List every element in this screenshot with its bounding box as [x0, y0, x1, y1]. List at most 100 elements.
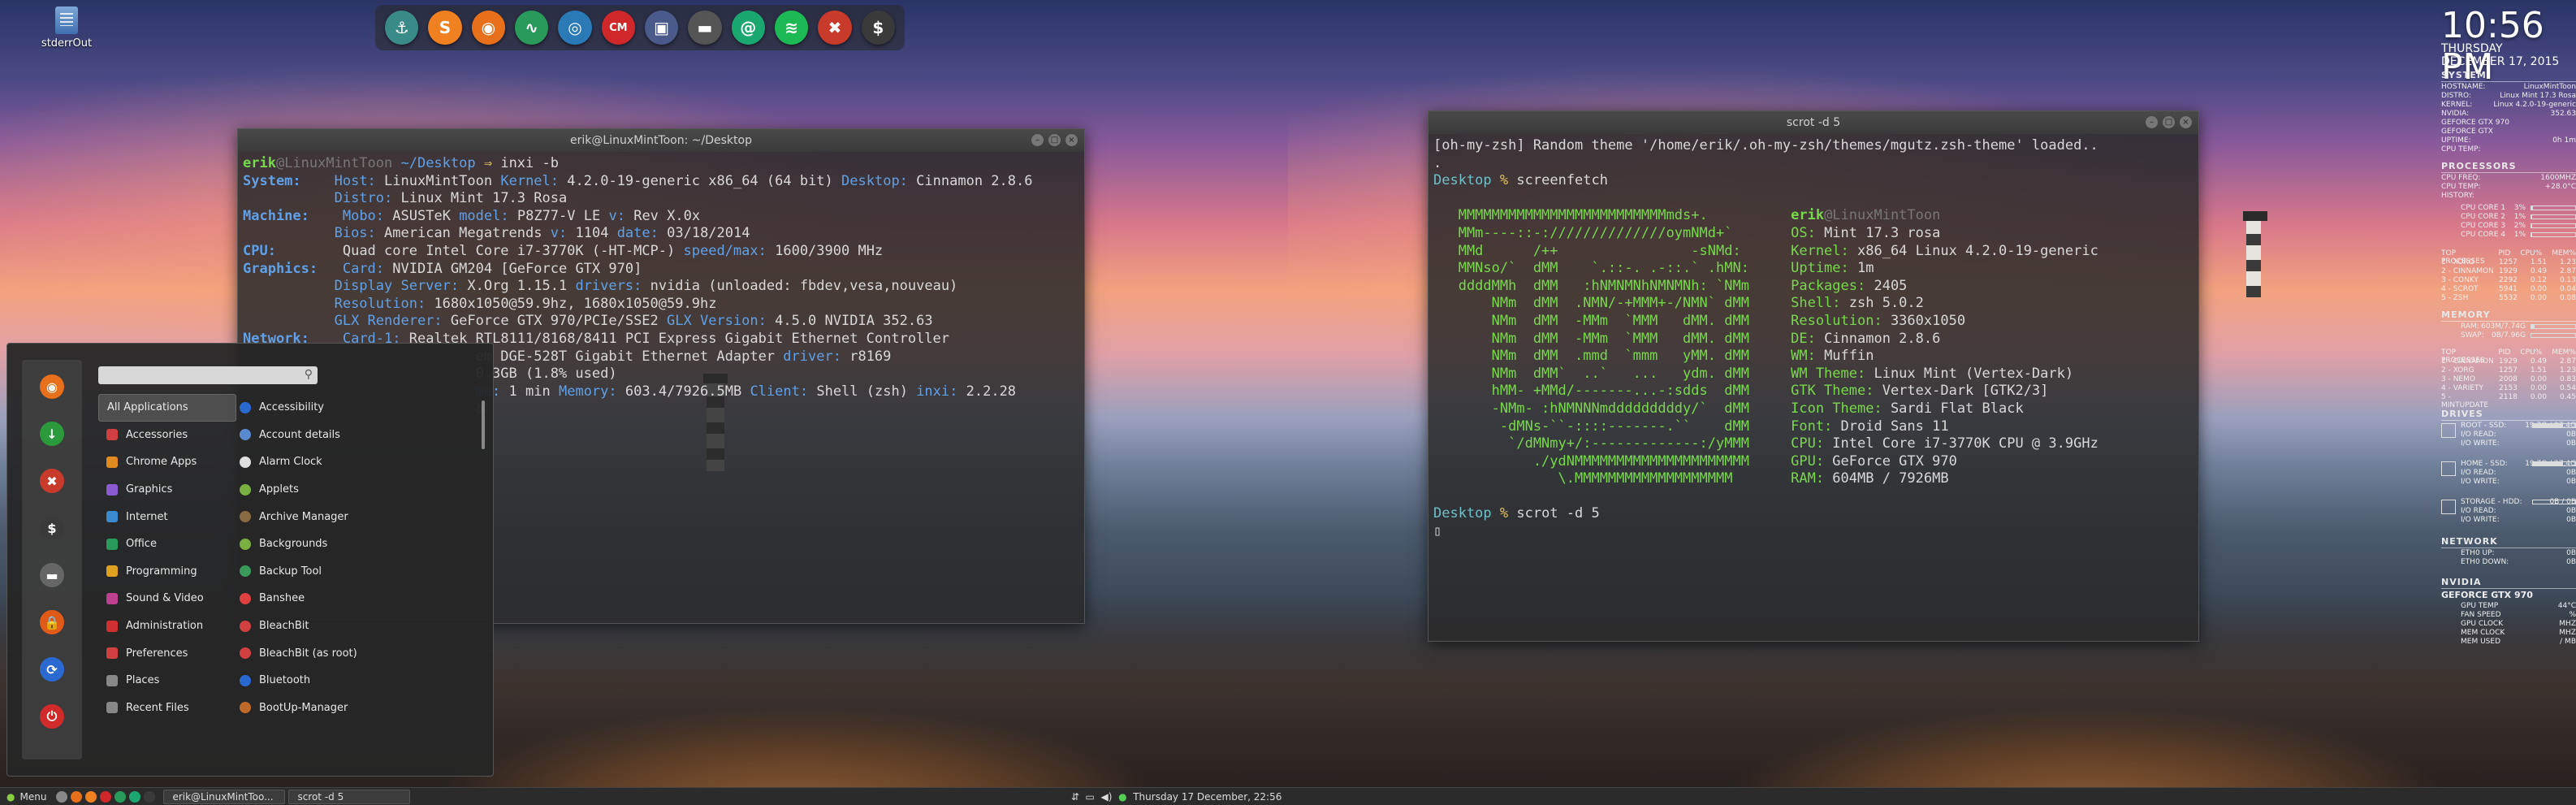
terminal-icon[interactable]: $: [861, 11, 895, 45]
panel-email-icon[interactable]: [129, 790, 141, 803]
spotify-icon[interactable]: ≋: [774, 11, 809, 45]
cpu-row: CPU TEMP: +28.0°C: [2441, 183, 2576, 191]
menu-app-item[interactable]: Applets: [231, 476, 475, 504]
window-titlebar[interactable]: erik@LinuxMintToon: ~/Desktop – □ ×: [238, 129, 1084, 152]
core-percent: 1%: [2513, 231, 2526, 239]
camera-icon[interactable]: ◎: [558, 11, 592, 45]
conky-row-value: %: [2569, 611, 2576, 619]
menu-category-label: Internet: [126, 510, 168, 523]
firefox-fav-icon[interactable]: ◉: [40, 374, 64, 399]
val-hdd: 0.3GB (1.8% used): [475, 366, 617, 383]
system-monitor-icon[interactable]: ∿: [514, 11, 549, 45]
terminal-window-screenfetch[interactable]: scrot -d 5 – □ × [oh-my-zsh] Random them…: [1428, 110, 2199, 642]
minimize-icon[interactable]: –: [1031, 134, 1044, 146]
taskbar-item-terminal[interactable]: erik@LinuxMintToo...: [163, 789, 286, 804]
menu-app-item[interactable]: Account details: [231, 422, 475, 449]
top-cpu-row: 3 - CONKY 2292 0.12 0.13: [2441, 276, 2576, 284]
folder-icon[interactable]: ▬: [688, 11, 722, 45]
panel-sublime-icon[interactable]: [85, 790, 97, 803]
screenshot-icon[interactable]: ▣: [644, 11, 679, 45]
tools-icon[interactable]: ✖: [818, 11, 852, 45]
firefox-icon[interactable]: ◉: [471, 11, 505, 45]
anchor-icon[interactable]: ⚓: [385, 11, 419, 45]
email-icon[interactable]: @: [731, 11, 765, 45]
files-fav-icon[interactable]: ▬: [40, 563, 64, 587]
desktop-file-stderrout[interactable]: stderrOut: [41, 6, 93, 50]
minimize-icon[interactable]: –: [2146, 116, 2158, 128]
menu-app-item[interactable]: Bluetooth: [231, 667, 475, 695]
tools-fav-icon[interactable]: ✖: [40, 469, 64, 493]
info-value: 3360x1050: [1890, 312, 1966, 329]
memory-value: 603M/7.74G: [2481, 322, 2526, 331]
menu-category-item[interactable]: Chrome Apps: [98, 448, 236, 476]
menu-search-input[interactable]: ⚲: [98, 366, 318, 384]
menu-app-item[interactable]: Alarm Clock: [231, 448, 475, 476]
menu-category-item[interactable]: Internet: [98, 503, 236, 530]
menu-category-item[interactable]: Places: [98, 667, 236, 695]
conky-row-value: Linux Mint 17.3 Rosa: [2500, 92, 2576, 100]
process-value: 0.54: [2559, 384, 2576, 392]
panel-cm-icon[interactable]: [100, 790, 112, 803]
panel-clock[interactable]: Thursday 17 December, 22:56: [1133, 791, 1282, 803]
conky-row-label: MEM USED: [2461, 638, 2500, 646]
app-icon: [240, 674, 251, 686]
cm-icon[interactable]: CM: [601, 11, 635, 45]
cpu-core-bar: [2531, 223, 2576, 228]
menu-category-item[interactable]: Office: [98, 530, 236, 558]
close-icon[interactable]: ×: [2180, 116, 2192, 128]
network-icon[interactable]: ▭: [1086, 791, 1095, 803]
maximize-icon[interactable]: □: [1048, 134, 1061, 146]
drive-bar: [2532, 500, 2576, 504]
menu-app-item[interactable]: Banshee: [231, 585, 475, 612]
update-icon[interactable]: ●: [1118, 791, 1126, 803]
menu-category-item[interactable]: Administration: [98, 612, 236, 640]
top-mem-row: 4 - VARIETY 2153 0.00 0.54: [2441, 384, 2576, 392]
info-value: Intel Core i7-3770K CPU @ 3.9GHz: [1832, 435, 2098, 452]
menu-category-label: Chrome Apps: [126, 456, 197, 469]
key-client: Client:: [750, 383, 809, 400]
conky-row-value: 0B: [2566, 507, 2576, 515]
key-kernel: Kernel:: [500, 172, 560, 189]
menu-app-item[interactable]: Backgrounds: [231, 530, 475, 558]
menu-app-item[interactable]: BootUp-Manager: [231, 695, 475, 722]
panel-monitor-icon[interactable]: [115, 790, 127, 803]
conky-row-value: 44°C: [2557, 602, 2576, 610]
cpu-row: CPU FREQ: 1600MHZ: [2441, 174, 2576, 182]
panel-firefox-icon[interactable]: [71, 790, 83, 803]
logout-fav-icon[interactable]: ⟳: [40, 657, 64, 682]
volume-icon[interactable]: ◀): [1101, 791, 1113, 803]
menu-app-item[interactable]: Backup Tool: [231, 558, 475, 586]
lock-fav-icon[interactable]: 🔒: [40, 610, 64, 634]
menu-category-label: Sound & Video: [126, 592, 204, 605]
menu-button[interactable]: ● Menu: [0, 788, 53, 805]
menu-app-item[interactable]: Accessibility: [231, 394, 475, 422]
category-icon: [106, 538, 118, 550]
taskbar-item-scrot[interactable]: scrot -d 5: [288, 789, 411, 804]
terminal-fav-icon[interactable]: $: [40, 516, 64, 540]
process-value: 1929: [2499, 357, 2518, 366]
menu-category-item[interactable]: All Applications: [98, 394, 236, 422]
panel-terminal-icon[interactable]: [144, 790, 156, 803]
menu-app-item[interactable]: BleachBit (as root): [231, 639, 475, 667]
cpu-core-bar: [2531, 214, 2576, 219]
terminal-output[interactable]: [oh-my-zsh] Random theme '/home/erik/.oh…: [1428, 134, 2198, 544]
notification-icon[interactable]: ⇵: [1071, 791, 1079, 803]
menu-category-item[interactable]: Graphics: [98, 476, 236, 504]
maximize-icon[interactable]: □: [2163, 116, 2175, 128]
conky-row-label: GEFORCE GTX 970: [2441, 119, 2509, 127]
sublime-icon[interactable]: S: [428, 11, 462, 45]
power-fav-icon[interactable]: ⏻: [40, 704, 64, 729]
window-titlebar[interactable]: scrot -d 5 – □ ×: [1428, 111, 2198, 134]
menu-category-item[interactable]: Recent Files: [98, 695, 236, 722]
process-value: 2292: [2499, 276, 2518, 284]
menu-category-item[interactable]: Sound & Video: [98, 585, 236, 612]
menu-category-item[interactable]: Programming: [98, 558, 236, 586]
menu-category-item[interactable]: Accessories: [98, 422, 236, 449]
download-fav-icon[interactable]: ↓: [40, 422, 64, 446]
menu-app-item[interactable]: BleachBit: [231, 612, 475, 640]
menu-app-item[interactable]: Archive Manager: [231, 503, 475, 530]
menu-scrollbar[interactable]: [482, 400, 485, 449]
close-icon[interactable]: ×: [1065, 134, 1078, 146]
menu-category-item[interactable]: Preferences: [98, 639, 236, 667]
show-desktop-icon[interactable]: [56, 790, 68, 803]
